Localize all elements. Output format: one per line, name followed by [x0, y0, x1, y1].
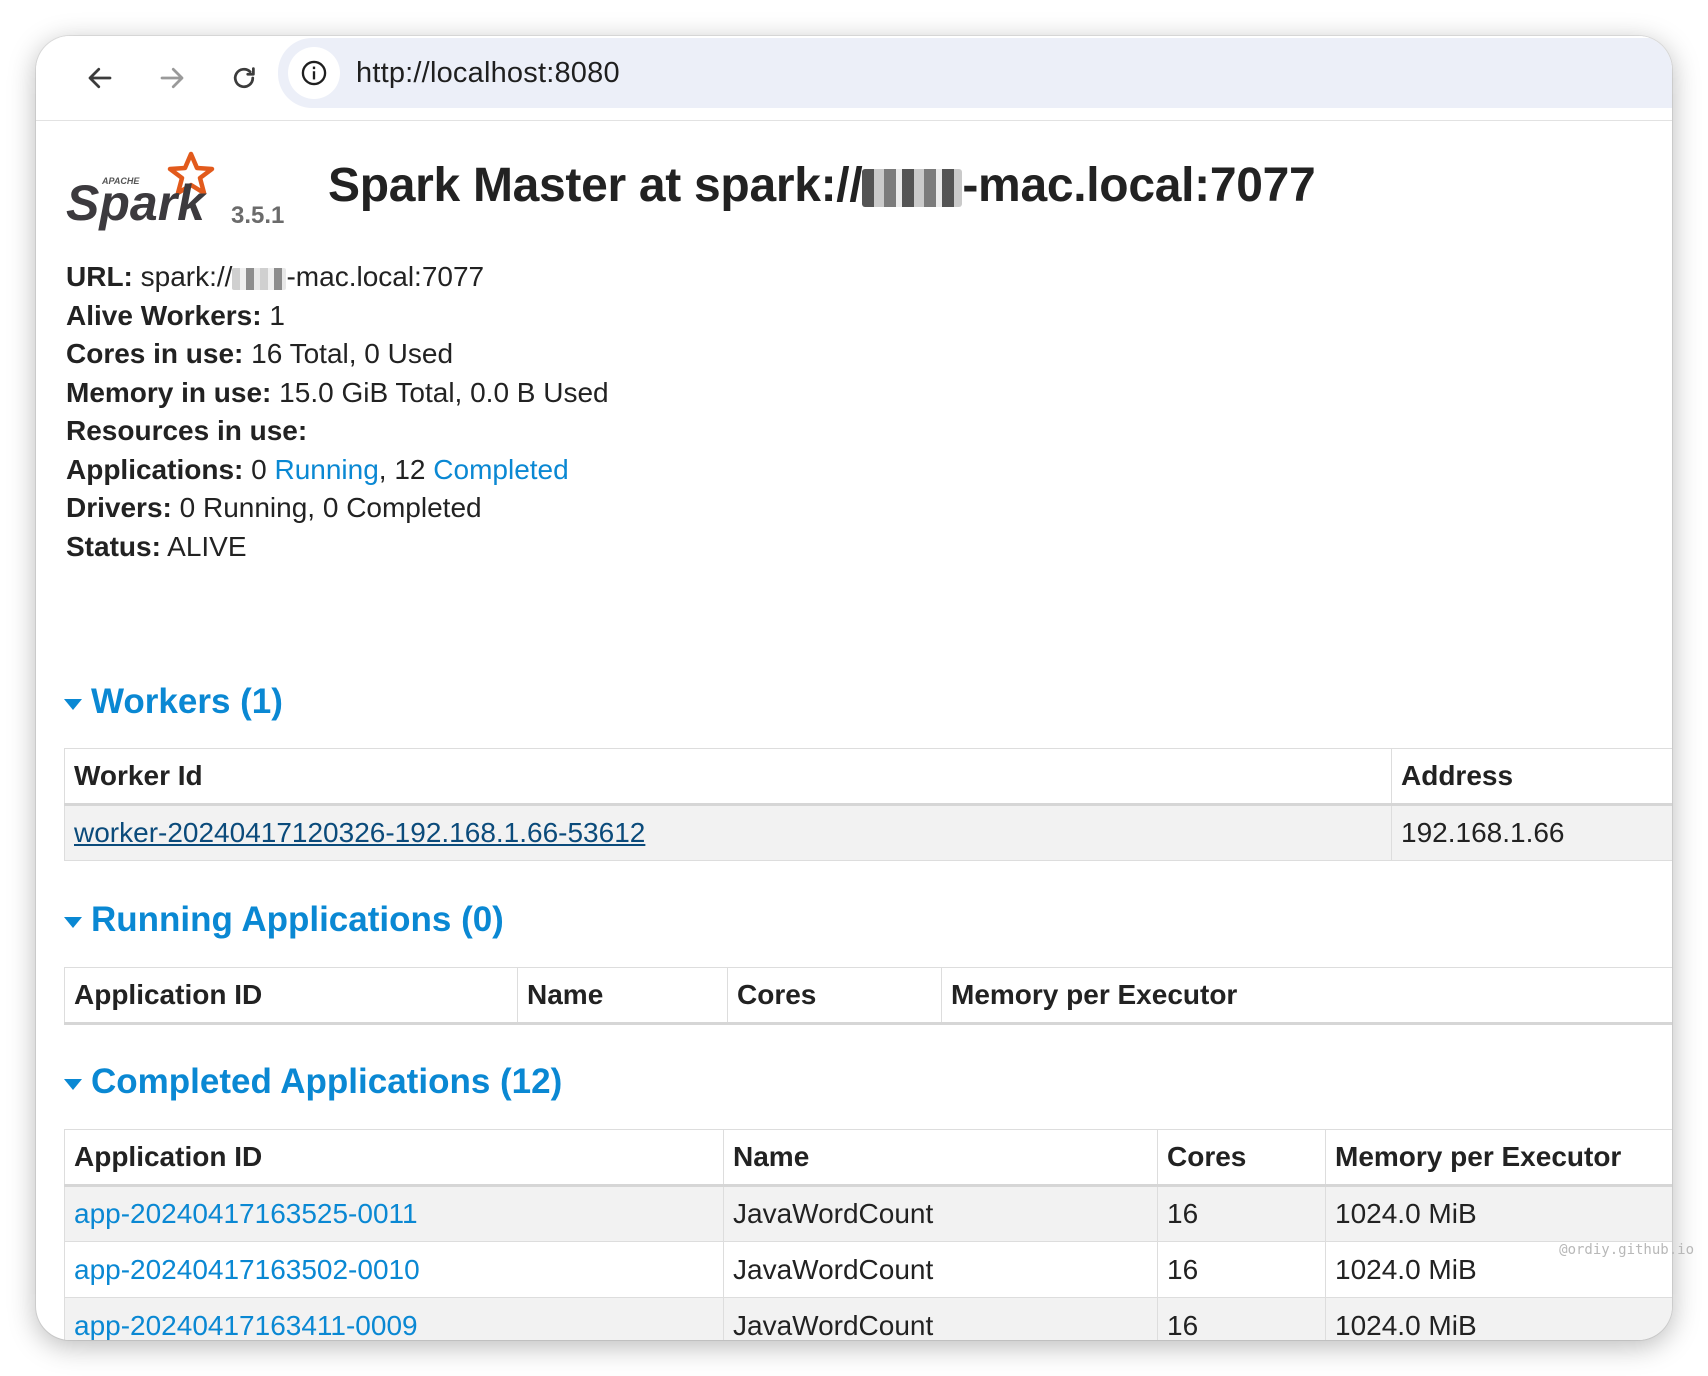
summary-memory: Memory in use: 15.0 GiB Total, 0.0 B Use…	[66, 376, 609, 408]
app-memory: 1024.0 MiB	[1325, 1185, 1672, 1242]
column-header[interactable]: Name	[723, 1129, 1158, 1187]
summary-resources: Resources in use:	[66, 415, 308, 446]
app-cores: 16	[1157, 1185, 1326, 1242]
summary-alive-workers: Alive Workers: 1	[66, 299, 285, 331]
spark-master-page: APACHE Spark 3.5.1 Spark Master at spark…	[36, 122, 1672, 1340]
table-row: app-20240417163411-0009 JavaWordCount 16…	[64, 1297, 1672, 1341]
spark-version: 3.5.1	[231, 202, 285, 229]
summary-url: URL: spark://-mac.local:7077	[66, 261, 485, 292]
forward-button[interactable]	[150, 56, 194, 100]
caret-down-icon	[64, 698, 82, 710]
table-row: worker-20240417120326-192.168.1.66-53612…	[64, 804, 1672, 861]
reload-icon	[233, 67, 255, 89]
app-name: JavaWordCount	[723, 1185, 1158, 1242]
url-text[interactable]: http://localhost:8080	[356, 57, 620, 90]
summary-status: Status: ALIVE	[66, 530, 247, 562]
column-header[interactable]: Memory per Executor	[1325, 1129, 1672, 1187]
arrow-right-icon	[160, 67, 184, 89]
worker-link[interactable]: worker-20240417120326-192.168.1.66-53612	[74, 817, 645, 848]
back-button[interactable]	[78, 56, 122, 100]
watermark: @ordiy.github.io	[1559, 1242, 1694, 1258]
site-info-button[interactable]	[288, 47, 340, 99]
app-link[interactable]: app-20240417163525-0011	[74, 1198, 418, 1229]
completed-apps-section-toggle[interactable]: Completed Applications (12)	[64, 1062, 562, 1102]
arrow-left-icon	[88, 67, 112, 89]
app-memory: 1024.0 MiB	[1325, 1297, 1672, 1340]
caret-down-icon	[64, 1078, 82, 1090]
column-header[interactable]: Address	[1391, 748, 1672, 806]
app-link[interactable]: app-20240417163502-0010	[74, 1254, 420, 1285]
redacted-hostname	[862, 169, 963, 208]
running-apps-section-toggle[interactable]: Running Applications (0)	[64, 900, 504, 940]
master-summary: URL: spark://-mac.local:7077 Alive Worke…	[66, 258, 609, 566]
completed-apps-link[interactable]: Completed	[433, 454, 568, 485]
browser-window: http://localhost:8080 APACHE Spark 3.5.1…	[36, 36, 1672, 1340]
column-header[interactable]: Application ID	[64, 1129, 724, 1187]
workers-section-toggle[interactable]: Workers (1)	[64, 682, 283, 722]
browser-toolbar: http://localhost:8080	[36, 36, 1672, 121]
column-header[interactable]: Cores	[727, 967, 942, 1025]
summary-cores: Cores in use: 16 Total, 0 Used	[66, 338, 454, 369]
svg-text:Spark: Spark	[66, 175, 207, 231]
spark-logo: APACHE Spark	[64, 148, 224, 234]
app-cores: 16	[1157, 1297, 1326, 1340]
app-cores: 16	[1157, 1241, 1326, 1298]
reload-button[interactable]	[222, 56, 266, 100]
app-name: JavaWordCount	[723, 1297, 1158, 1340]
table-row: app-20240417163502-0010 JavaWordCount 16…	[64, 1241, 1672, 1298]
summary-applications: Applications: 0 Running, 12 Completed	[66, 453, 569, 485]
address-bar[interactable]: http://localhost:8080	[278, 38, 1672, 108]
running-apps-link[interactable]: Running	[274, 454, 378, 485]
column-header[interactable]: Memory per Executor	[941, 967, 1672, 1025]
completed-apps-table: Application ID Name Cores Memory per Exe…	[64, 1129, 1672, 1340]
column-header[interactable]: Cores	[1157, 1129, 1326, 1187]
app-name: JavaWordCount	[723, 1241, 1158, 1298]
column-header[interactable]: Name	[517, 967, 728, 1025]
caret-down-icon	[64, 916, 82, 928]
running-apps-table: Application ID Name Cores Memory per Exe…	[64, 967, 1672, 1025]
column-header[interactable]: Application ID	[64, 967, 518, 1025]
app-link[interactable]: app-20240417163411-0009	[74, 1310, 418, 1341]
summary-drivers: Drivers: 0 Running, 0 Completed	[66, 492, 482, 523]
info-icon	[301, 60, 327, 86]
page-title: Spark Master at spark://-mac.local:7077	[328, 159, 1316, 212]
redacted-hostname	[232, 267, 287, 290]
table-row: app-20240417163525-0011 JavaWordCount 16…	[64, 1185, 1672, 1242]
workers-table: Worker Id Address worker-20240417120326-…	[64, 748, 1672, 861]
worker-address: 192.168.1.66	[1391, 804, 1672, 861]
column-header[interactable]: Worker Id	[64, 748, 1392, 806]
